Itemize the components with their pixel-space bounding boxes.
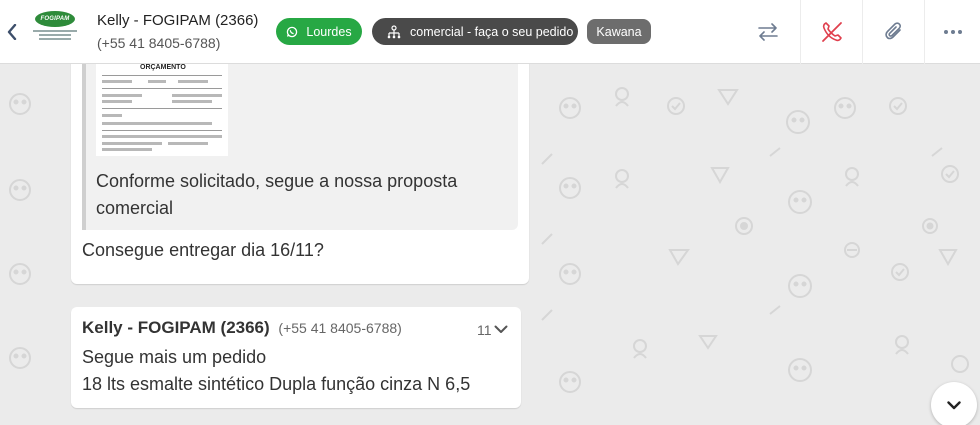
back-button[interactable] (4, 20, 20, 44)
message-options-button[interactable] (492, 320, 510, 338)
chat-header: FOGIPAM Kelly - FOGIPAM (2366) (+55 41 8… (0, 0, 980, 64)
doc-block (102, 94, 142, 97)
transfer-icon (758, 23, 778, 41)
tag-label: comercial - faça o seu pedido (410, 24, 574, 39)
document-thumbnail[interactable]: ORÇAMENTO (96, 64, 228, 156)
chevron-down-icon (947, 400, 961, 409)
tag-department[interactable]: comercial - faça o seu pedido (372, 18, 578, 45)
contact-phone: (+55 41 8405-6788) (97, 35, 221, 51)
sender-name: Kelly - FOGIPAM (2366) (82, 318, 270, 337)
doc-line (102, 108, 222, 109)
sitemap-icon (386, 24, 402, 39)
message-bubble[interactable]: ORÇAMENTO Conforme solicitado, segue a n… (71, 64, 529, 284)
message-line: 18 lts esmalte sintético Dupla função ci… (82, 374, 471, 394)
whatsapp-icon (286, 26, 298, 38)
logo-decoration (33, 30, 77, 32)
doc-block (178, 80, 208, 83)
logo-decoration (39, 38, 71, 40)
tag-lourdes[interactable]: Lourdes (276, 18, 362, 45)
doc-line (102, 75, 222, 76)
message-bubble[interactable]: Kelly - FOGIPAM (2366) (+55 41 8405-6788… (71, 307, 521, 408)
avatar[interactable]: FOGIPAM (29, 8, 81, 56)
chat-area[interactable]: ORÇAMENTO Conforme solicitado, segue a n… (0, 64, 980, 425)
doc-block (102, 80, 132, 83)
doc-block (102, 100, 132, 103)
doc-block (102, 135, 222, 138)
tag-label: Kawana (596, 24, 642, 39)
doc-line (102, 130, 222, 131)
message-sender: Kelly - FOGIPAM (2366) (+55 41 8405-6788… (82, 318, 402, 338)
doc-block (102, 122, 212, 125)
tag-label: Lourdes (306, 24, 352, 39)
scroll-to-bottom-button[interactable] (931, 382, 977, 425)
doc-line (102, 88, 222, 89)
document-title: ORÇAMENTO (140, 64, 186, 71)
end-call-icon (821, 22, 842, 42)
message-text: Consegue entregar dia 16/11? (82, 240, 324, 260)
doc-block (102, 142, 162, 145)
doc-block (168, 142, 208, 145)
doc-block (102, 114, 122, 117)
doc-block (172, 100, 212, 103)
end-call-button[interactable] (800, 0, 862, 64)
doc-block (172, 94, 222, 97)
chevron-left-icon (7, 24, 17, 40)
doc-block (148, 80, 166, 83)
quoted-text: Conforme solicitado, segue a nossa propo… (96, 171, 458, 218)
message-line: Segue mais um pedido (82, 347, 267, 367)
message-time: 11 (477, 322, 492, 338)
transfer-button[interactable] (737, 0, 799, 64)
attachment-icon (884, 22, 901, 40)
sender-phone: (+55 41 8405-6788) (278, 320, 402, 336)
tag-kawana[interactable]: Kawana (587, 19, 651, 44)
company-logo: FOGIPAM (35, 11, 75, 27)
logo-decoration (39, 34, 71, 36)
doc-block (102, 148, 152, 151)
more-options-button[interactable] (924, 0, 980, 64)
quoted-message[interactable]: ORÇAMENTO Conforme solicitado, segue a n… (82, 64, 518, 230)
contact-info[interactable]: Kelly - FOGIPAM (2366) (+55 41 8405-6788… (97, 11, 258, 53)
contact-name: Kelly - FOGIPAM (2366) (97, 12, 259, 29)
chevron-down-icon (494, 325, 508, 333)
more-icon (943, 30, 962, 34)
attach-button[interactable] (862, 0, 924, 64)
